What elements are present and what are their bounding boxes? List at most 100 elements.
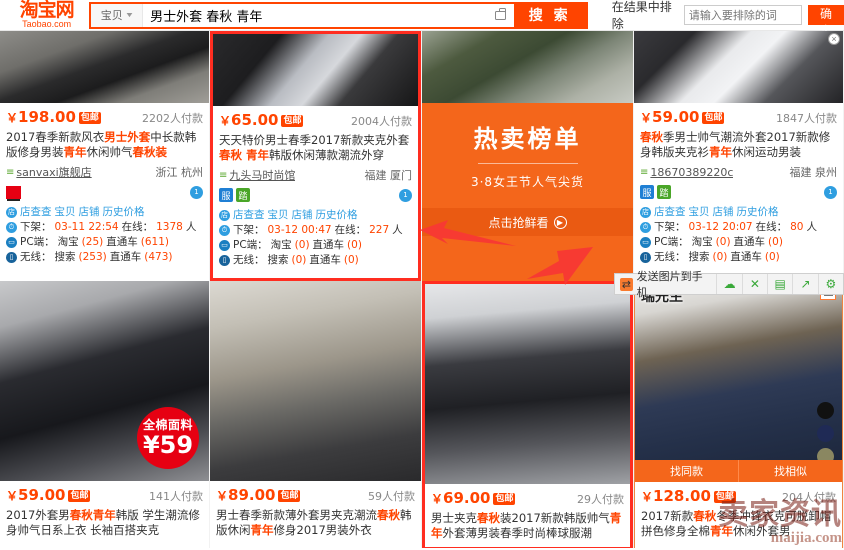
stat-pc-taobao: (0) <box>715 236 731 248</box>
send-image-to-phone-button[interactable]: ⇄ 发送图片到手机 <box>615 268 716 300</box>
logo-chinese: 淘宝网 <box>19 0 75 21</box>
promo-banner[interactable]: 热卖榜单 3·8女王节人气尖货 点击抢鲜看 ▶ <box>422 103 633 281</box>
clothing-tag-icon: 服 <box>640 185 654 199</box>
free-shipping-badge: 包邮 <box>493 493 516 505</box>
stat-dianpu[interactable]: 店铺 <box>79 205 100 220</box>
search-button[interactable]: 搜 索 <box>513 3 586 27</box>
clock-icon: ⏱ <box>219 225 230 236</box>
stat-history[interactable]: 历史价格 <box>316 208 358 223</box>
menu-icon: ≡ <box>640 166 648 178</box>
shop-check-icon: 店 <box>219 210 230 221</box>
stat-baobei[interactable]: 宝贝 <box>268 208 289 223</box>
exclude-label: 在结果中排除 <box>611 0 672 31</box>
shop-name[interactable]: sanvaxi旗舰店 <box>16 164 91 180</box>
product-title[interactable]: 男士夹克春秋装2017新款韩版帅气青年外套薄男装春季时尚棒球服潮 <box>431 511 624 541</box>
stat-baobei[interactable]: 宝贝 <box>55 205 76 220</box>
product-image[interactable] <box>210 281 421 481</box>
stat-pc-label: PC端： <box>20 236 55 248</box>
product-card[interactable]: ￥198.00 包邮 2202人付款 2017春季新款风衣男士外套中长款韩版修身男… <box>0 31 209 281</box>
product-image[interactable] <box>634 31 843 103</box>
color-swatch-navy[interactable] <box>817 425 834 442</box>
mobile-icon: ▯ <box>219 255 230 266</box>
share-icon[interactable]: ↗ <box>792 274 817 294</box>
stat-shop-check[interactable]: 店查查 <box>20 205 52 220</box>
save-icon[interactable]: ▤ <box>767 274 792 294</box>
promo-tag-icon: 踏 <box>236 188 250 202</box>
tmall-icon <box>6 185 21 199</box>
product-image[interactable] <box>213 34 418 106</box>
mobile-icon: ▯ <box>640 252 651 263</box>
free-shipping-badge: 包邮 <box>278 490 301 502</box>
exclude-input[interactable] <box>683 5 802 25</box>
product-deals: 2004人付款 <box>351 115 412 128</box>
product-title[interactable]: 2017新款春秋冬季冲锋衣克可脱卸帽拼色修身全棉青年休闲外套男 <box>641 509 836 539</box>
promo-badge: 全棉面料 ¥59 <box>137 407 199 469</box>
free-shipping-badge: 包邮 <box>78 112 101 124</box>
search-input[interactable] <box>143 3 488 27</box>
stat-dianpu[interactable]: 店铺 <box>713 205 734 220</box>
info-badge-icon: 1 <box>190 185 203 199</box>
stat-offshelf-value: 03-12 20:07 <box>688 221 753 233</box>
product-deals: 141人付款 <box>149 490 203 503</box>
stat-wl-ztc: (473) <box>144 251 173 263</box>
product-card[interactable]: 全棉面料 ¥59 ￥59.00 包邮 141人付款 2017外套男春秋青年韩版 学… <box>0 281 209 550</box>
product-image[interactable]: 全棉面料 ¥59 <box>0 281 209 481</box>
taobao-logo[interactable]: 淘宝网 Taobao.com <box>0 0 89 30</box>
product-image[interactable]: 瑞先生 找同款 找相似 <box>635 282 842 482</box>
confirm-button[interactable]: 确定 <box>807 5 844 38</box>
promo-card[interactable]: 热卖榜单 3·8女王节人气尖货 点击抢鲜看 ▶ <box>422 31 633 281</box>
product-price: ￥65.00 包邮 <box>219 111 304 129</box>
stat-online-value: 227 <box>369 224 390 236</box>
product-stats: 店 店查查 宝贝 店铺 历史价格 ⏱ 下架： 03-11 22:54 在线： 1… <box>6 205 197 263</box>
find-similar-button[interactable]: 找相似 <box>738 460 842 482</box>
shop-location: 福建 厦门 <box>364 169 413 182</box>
promo-tag-icon: 踏 <box>657 185 671 199</box>
stat-shop-check[interactable]: 店查查 <box>233 208 265 223</box>
color-swatches[interactable] <box>817 402 834 465</box>
category-select[interactable]: 宝贝 ▼ <box>91 3 144 27</box>
close-icon[interactable]: × <box>828 33 840 45</box>
stat-dianpu[interactable]: 店铺 <box>292 208 313 223</box>
promo-badge-price: ¥59 <box>142 431 194 459</box>
product-stats: 店 店查查 宝贝 店铺 历史价格 ⏱ 下架： 03-12 20:07 在线： 8… <box>640 205 817 263</box>
find-same-button[interactable]: 找同款 <box>635 460 738 482</box>
settings-icon[interactable]: ⚙ <box>817 274 843 294</box>
shop-name[interactable]: 九头马时尚馆 <box>229 167 295 183</box>
logo-english: Taobao.com <box>22 19 72 29</box>
stat-history[interactable]: 历史价格 <box>737 205 779 220</box>
pc-icon: ▭ <box>219 240 230 251</box>
product-image[interactable] <box>425 284 630 484</box>
stat-shop-check[interactable]: 店查查 <box>654 205 686 220</box>
promo-badge-text: 全棉面料 <box>142 418 193 432</box>
product-card-selected[interactable]: ￥65.00 包邮 2004人付款 天天特价男士春季2017新款夹克外套春秋 青年… <box>210 31 421 281</box>
shop-name[interactable]: 18670389220c <box>650 166 733 179</box>
promo-cta-button[interactable]: 点击抢鲜看 ▶ <box>422 208 633 236</box>
similar-actions-bar: 找同款 找相似 <box>635 460 842 482</box>
search-box: 宝贝 ▼ 搜 索 <box>89 1 588 29</box>
stat-wl-search: (0) <box>291 254 307 266</box>
product-title[interactable]: 春秋季男士帅气潮流外套2017新款修身韩版夹克衫青年休闲运动男装 <box>640 130 837 160</box>
exclude-filter: 在结果中排除 确定 <box>611 0 844 38</box>
stat-wl-ztc: (0) <box>343 254 359 266</box>
image-toolbar: ⇄ 发送图片到手机 ☁ ✕ ▤ ↗ ⚙ <box>614 270 844 299</box>
product-title[interactable]: 男士春季新款薄外套男夹克潮流春秋韩版休闲青年修身2017男装外衣 <box>216 508 415 538</box>
stat-history[interactable]: 历史价格 <box>103 205 145 220</box>
color-swatch-black[interactable] <box>817 402 834 419</box>
product-card[interactable]: ￥89.00 包邮 59人付款 男士春季新款薄外套男夹克潮流春秋韩版休闲青年修身2… <box>210 281 421 550</box>
product-image[interactable] <box>0 31 209 103</box>
product-card-selected[interactable]: ￥69.00 包邮 29人付款 男士夹克春秋装2017新款韩版帅气青年外套薄男装春… <box>422 281 633 550</box>
product-card-hover[interactable]: 瑞先生 找同款 找相似 ￥128.00 包邮 204人付款 2017新款春秋冬季… <box>634 281 843 550</box>
divider <box>477 163 578 164</box>
shuffle-icon[interactable]: ✕ <box>741 274 767 294</box>
product-title[interactable]: 天天特价男士春季2017新款夹克外套春秋 青年韩版休闲薄款潮流外穿 <box>219 133 412 163</box>
stat-baobei[interactable]: 宝贝 <box>689 205 710 220</box>
clothing-tag-icon: 服 <box>219 188 233 202</box>
cloud-icon[interactable]: ☁ <box>716 274 741 294</box>
product-title[interactable]: 2017春季新款风衣男士外套中长款韩版修身男装青年休闲帅气春秋装 <box>6 130 203 160</box>
product-title[interactable]: 2017外套男春秋青年韩版 学生潮流修身帅气日系上衣 长袖百搭夹克 <box>6 508 203 538</box>
stat-online-value: 80 <box>790 221 804 233</box>
shop-check-icon: 店 <box>640 207 651 218</box>
product-card[interactable]: ￥59.00 包邮 1847人付款 春秋季男士帅气潮流外套2017新款修身韩版夹克… <box>634 31 843 281</box>
shop-location: 福建 泉州 <box>789 166 838 179</box>
camera-search-icon[interactable] <box>488 4 514 27</box>
